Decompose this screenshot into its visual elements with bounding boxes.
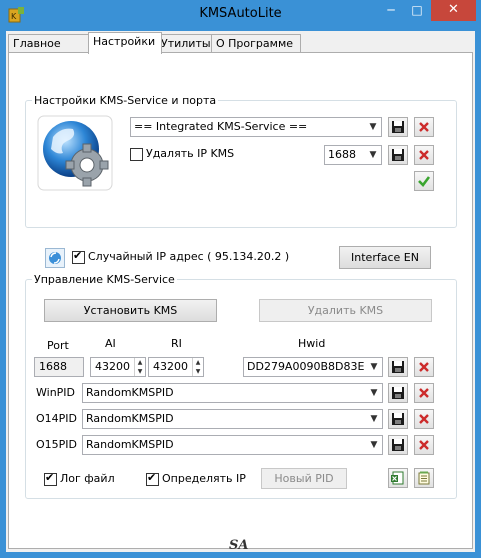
- ai-value: 43200: [95, 360, 130, 373]
- log-file-label: Лог файл: [60, 472, 115, 485]
- delete-o15pid-button[interactable]: [414, 435, 434, 455]
- checkmark-icon: [418, 176, 431, 187]
- save-port-button[interactable]: [388, 145, 408, 165]
- kms-settings-legend: Настройки KMS-Service и порта: [34, 94, 217, 107]
- close-button[interactable]: ✕: [431, 0, 476, 21]
- log-file-checkbox[interactable]: Лог файл: [44, 471, 134, 487]
- chevron-down-icon: ▼: [369, 150, 377, 160]
- save-hwid-button[interactable]: [388, 357, 408, 377]
- save-o14pid-button[interactable]: [388, 409, 408, 429]
- kms-service-combo[interactable]: == Integrated KMS-Service == ▼: [130, 117, 382, 137]
- winpid-value: RandomKMSPID: [86, 386, 174, 399]
- title-bar[interactable]: K KMSAutoLite ─ □ ✕: [0, 0, 481, 30]
- remove-kms-button[interactable]: Удалить KMS: [259, 299, 432, 322]
- delete-x-icon: [419, 362, 429, 372]
- log-file-checkbox-box: [44, 471, 57, 486]
- chevron-down-icon: ▼: [369, 122, 377, 132]
- port-combo-value: 1688: [328, 148, 356, 161]
- new-pid-button[interactable]: Новый PID: [261, 468, 347, 489]
- ri-value: 43200: [153, 360, 188, 373]
- minimize-button[interactable]: ─: [378, 0, 404, 21]
- o15pid-combo[interactable]: RandomKMSPID ▼: [82, 435, 383, 455]
- detect-ip-checkbox[interactable]: Определять IP: [146, 471, 246, 487]
- sa-logo: SA: [229, 538, 249, 553]
- o15pid-value: RandomKMSPID: [86, 438, 174, 451]
- tab-utilities[interactable]: Утилиты: [156, 34, 216, 53]
- install-kms-button[interactable]: Установить KMS: [44, 299, 217, 322]
- delete-ip-label: Удалять IP KMS: [146, 147, 235, 160]
- winpid-label: WinPID: [36, 386, 76, 399]
- random-ip-label: Случайный IP адрес ( 95.134.20.2 ): [88, 250, 290, 263]
- maximize-button[interactable]: □: [404, 0, 430, 21]
- tab-settings[interactable]: Настройки: [88, 32, 162, 54]
- ai-column-label: AI: [105, 337, 116, 350]
- window-client: Главное окно Настройки Утилиты О Програм…: [6, 31, 475, 552]
- save-icon: [392, 413, 404, 425]
- delete-ip-checkbox[interactable]: Удалять IP KMS: [130, 147, 250, 162]
- delete-x-icon: [419, 440, 429, 450]
- save-icon: [392, 361, 404, 373]
- delete-x-icon: [419, 414, 429, 424]
- app-window: K KMSAutoLite ─ □ ✕ Главное окно Настрой…: [0, 0, 481, 558]
- hwid-column-label: Hwid: [298, 337, 326, 350]
- tab-main[interactable]: Главное окно: [8, 34, 92, 68]
- chevron-down-icon: ▼: [370, 414, 378, 424]
- delete-x-icon: [419, 150, 429, 160]
- chevron-down-icon: ▼: [370, 388, 378, 398]
- save-icon: [392, 387, 404, 399]
- kms-manage-legend: Управление KMS-Service: [34, 273, 175, 286]
- o14pid-combo[interactable]: RandomKMSPID ▼: [82, 409, 383, 429]
- delete-hwid-button[interactable]: [414, 357, 434, 377]
- save-service-button[interactable]: [388, 117, 408, 137]
- delete-service-button[interactable]: [414, 117, 434, 137]
- settings-panel: Настройки KMS-Service и порта == Integra…: [8, 52, 473, 549]
- random-ip-checkbox-box: [72, 249, 85, 264]
- chevron-down-icon: ▼: [370, 440, 378, 450]
- save-winpid-button[interactable]: [388, 383, 408, 403]
- detect-ip-checkbox-box: [146, 471, 159, 486]
- port-column-label: Port: [47, 339, 69, 352]
- save-icon: [392, 121, 404, 133]
- port-combo[interactable]: 1688 ▼: [324, 145, 382, 165]
- open-log-button[interactable]: [388, 468, 408, 488]
- ri-column-label: RI: [171, 337, 182, 350]
- apply-button[interactable]: [414, 171, 434, 191]
- save-icon: [392, 439, 404, 451]
- ai-stepper[interactable]: 43200 ▲ ▼: [90, 357, 146, 377]
- hwid-combo[interactable]: DD279A0090B8D83E ▼: [243, 357, 383, 377]
- kms-service-value: == Integrated KMS-Service ==: [134, 120, 308, 133]
- delete-port-button[interactable]: [414, 145, 434, 165]
- notepad-icon: [418, 471, 430, 485]
- chevron-down-icon: ▼: [370, 362, 378, 372]
- tab-about[interactable]: О Программе: [211, 34, 301, 53]
- delete-winpid-button[interactable]: [414, 383, 434, 403]
- spin-arrows-icon[interactable]: ▲ ▼: [134, 358, 145, 376]
- globe-gear-icon: [37, 115, 113, 191]
- status-bar: SA: [0, 538, 481, 558]
- detect-ip-label: Определять IP: [162, 472, 246, 485]
- delete-x-icon: [419, 122, 429, 132]
- hwid-value: DD279A0090B8D83E: [247, 360, 365, 373]
- delete-o14pid-button[interactable]: [414, 409, 434, 429]
- delete-ip-checkbox-box: [130, 148, 143, 161]
- port-field: 1688: [34, 357, 84, 377]
- random-ip-checkbox[interactable]: Случайный IP адрес ( 95.134.20.2 ): [72, 249, 302, 265]
- excel-log-icon: [391, 471, 404, 485]
- o14pid-value: RandomKMSPID: [86, 412, 174, 425]
- save-icon: [392, 149, 404, 161]
- spin-arrows-icon[interactable]: ▲ ▼: [192, 358, 203, 376]
- refresh-ip-icon[interactable]: [45, 248, 65, 268]
- interface-language-button[interactable]: Interface EN: [339, 246, 431, 269]
- ri-stepper[interactable]: 43200 ▲ ▼: [148, 357, 204, 377]
- winpid-combo[interactable]: RandomKMSPID ▼: [82, 383, 383, 403]
- o15pid-label: O15PID: [36, 438, 78, 451]
- o14pid-label: O14PID: [36, 412, 78, 425]
- delete-x-icon: [419, 388, 429, 398]
- save-o15pid-button[interactable]: [388, 435, 408, 455]
- port-field-value: 1688: [39, 360, 67, 373]
- view-log-button[interactable]: [414, 468, 434, 488]
